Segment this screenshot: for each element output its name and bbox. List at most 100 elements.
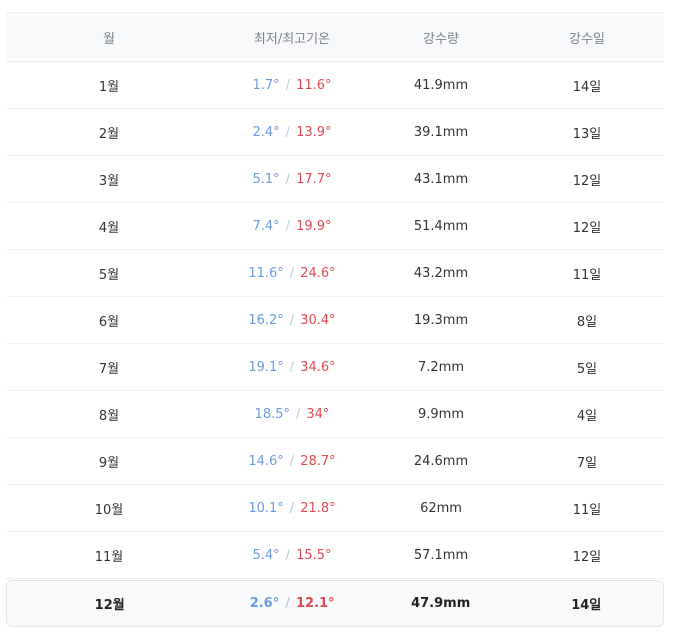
min-temp: 2.4° <box>252 124 280 140</box>
precip-cell: 9.9mm <box>417 406 464 422</box>
temp-separator: / <box>285 218 291 234</box>
min-temp: 2.6° <box>249 596 280 611</box>
max-temp: 28.7° <box>300 453 336 469</box>
rain-days-cell: 14일 <box>571 598 602 613</box>
month-cell: 9월 <box>98 455 120 471</box>
max-temp: 30.4° <box>300 312 336 328</box>
temp-separator: / <box>285 124 291 140</box>
temp-separator: / <box>289 359 295 375</box>
temp-separator: / <box>285 171 291 187</box>
precip-cell: 39.1mm <box>413 124 469 140</box>
min-temp: 18.5° <box>254 406 290 422</box>
min-temp: 5.4° <box>252 547 280 563</box>
table-row: 2월 2.4° / 13.9° 39.1mm 13일 <box>6 109 664 156</box>
table-body: 1월 1.7° / 11.6° 41.9mm 14일 2월 2.4° / 13.9° 39.1mm 1… <box>6 62 664 627</box>
precip-cell: 19.3mm <box>413 312 469 328</box>
max-temp: 13.9° <box>296 124 332 140</box>
temp-separator: / <box>285 77 291 93</box>
max-temp: 15.5° <box>296 547 332 563</box>
temp-separator: / <box>289 453 295 469</box>
month-cell: 12월 <box>94 598 125 613</box>
temp-separator: / <box>285 596 290 611</box>
table-row: 11월 5.4° / 15.5° 57.1mm 12일 <box>6 532 664 579</box>
rain-days-cell: 13일 <box>572 126 602 142</box>
min-temp: 11.6° <box>248 265 284 281</box>
temp-cell: 1.7° / 11.6° <box>212 78 372 93</box>
rain-days-cell: 11일 <box>572 502 602 518</box>
max-temp: 19.9° <box>296 218 332 234</box>
temp-cell: 5.1° / 17.7° <box>212 172 372 187</box>
header-days: 강수일 <box>569 31 605 47</box>
month-cell: 11월 <box>94 549 124 565</box>
precip-cell: 57.1mm <box>413 547 469 563</box>
temp-separator: / <box>289 312 295 328</box>
temp-cell: 10.1° / 21.8° <box>212 501 372 516</box>
max-temp: 34° <box>306 406 330 422</box>
table-row: 8월 18.5° / 34° 9.9mm 4일 <box>6 391 664 438</box>
month-cell: 1월 <box>98 79 120 95</box>
max-temp: 34.6° <box>300 359 336 375</box>
temp-separator: / <box>296 406 301 422</box>
rain-days-cell: 12일 <box>572 220 602 236</box>
table-row: 5월 11.6° / 24.6° 43.2mm 11일 <box>6 250 664 297</box>
precip-cell: 7.2mm <box>417 359 464 375</box>
month-cell: 6월 <box>98 314 120 330</box>
temp-separator: / <box>289 265 295 281</box>
max-temp: 12.1° <box>295 596 335 611</box>
table-row-current: 12월 2.6° / 12.1° 47.9mm 14일 <box>6 580 664 627</box>
min-temp: 16.2° <box>248 312 284 328</box>
temp-separator: / <box>289 500 295 516</box>
table-row: 10월 10.1° / 21.8° 62mm 11일 <box>6 485 664 532</box>
header-month: 월 <box>103 31 115 47</box>
table-row: 6월 16.2° / 30.4° 19.3mm 8일 <box>6 297 664 344</box>
min-temp: 1.7° <box>252 77 280 93</box>
precip-cell: 41.9mm <box>413 77 469 93</box>
temp-cell: 5.4° / 15.5° <box>212 548 372 563</box>
temp-cell: 18.5° / 34° <box>212 407 372 422</box>
max-temp: 11.6° <box>296 77 332 93</box>
temp-cell: 16.2° / 30.4° <box>212 313 372 328</box>
temp-cell: 11.6° / 24.6° <box>212 266 372 281</box>
rain-days-cell: 4일 <box>576 408 598 424</box>
rain-days-cell: 12일 <box>572 173 602 189</box>
table-row: 3월 5.1° / 17.7° 43.1mm 12일 <box>6 156 664 203</box>
min-temp: 5.1° <box>252 171 280 187</box>
rain-days-cell: 5일 <box>576 361 598 377</box>
precip-cell: 43.1mm <box>413 171 469 187</box>
precip-cell: 47.9mm <box>411 596 471 611</box>
header-precip: 강수량 <box>423 31 459 47</box>
temp-cell: 2.4° / 13.9° <box>212 125 372 140</box>
table-header: 월 최저/최고기온 강수량 강수일 <box>6 12 664 62</box>
header-temp: 최저/최고기온 <box>253 31 331 47</box>
month-cell: 2월 <box>98 126 120 142</box>
precip-cell: 24.6mm <box>413 453 469 469</box>
max-temp: 17.7° <box>296 171 332 187</box>
month-cell: 4월 <box>98 220 120 236</box>
max-temp: 24.6° <box>300 265 336 281</box>
month-cell: 3월 <box>98 173 120 189</box>
monthly-climate-table: 월 최저/최고기온 강수량 강수일 1월 1.7° / 11.6° 41.9mm 14일 2… <box>6 12 664 627</box>
temp-separator: / <box>285 547 291 563</box>
month-cell: 7월 <box>98 361 120 377</box>
month-cell: 10월 <box>94 502 124 518</box>
table-row: 1월 1.7° / 11.6° 41.9mm 14일 <box>6 62 664 109</box>
temp-cell: 14.6° / 28.7° <box>212 454 372 469</box>
table-row: 7월 19.1° / 34.6° 7.2mm 5일 <box>6 344 664 391</box>
month-cell: 8월 <box>98 408 120 424</box>
rain-days-cell: 8일 <box>576 314 598 330</box>
min-temp: 14.6° <box>248 453 284 469</box>
temp-cell: 19.1° / 34.6° <box>212 360 372 375</box>
table-row: 9월 14.6° / 28.7° 24.6mm 7일 <box>6 438 664 485</box>
rain-days-cell: 7일 <box>576 455 598 471</box>
min-temp: 10.1° <box>248 500 284 516</box>
temp-cell: 2.6° / 12.1° <box>212 596 372 611</box>
min-temp: 19.1° <box>248 359 284 375</box>
precip-cell: 43.2mm <box>413 265 469 281</box>
rain-days-cell: 12일 <box>572 549 602 565</box>
precip-cell: 62mm <box>420 500 462 516</box>
max-temp: 21.8° <box>300 500 336 516</box>
temp-cell: 7.4° / 19.9° <box>212 219 372 234</box>
precip-cell: 51.4mm <box>413 218 469 234</box>
min-temp: 7.4° <box>252 218 280 234</box>
table-row: 4월 7.4° / 19.9° 51.4mm 12일 <box>6 203 664 250</box>
